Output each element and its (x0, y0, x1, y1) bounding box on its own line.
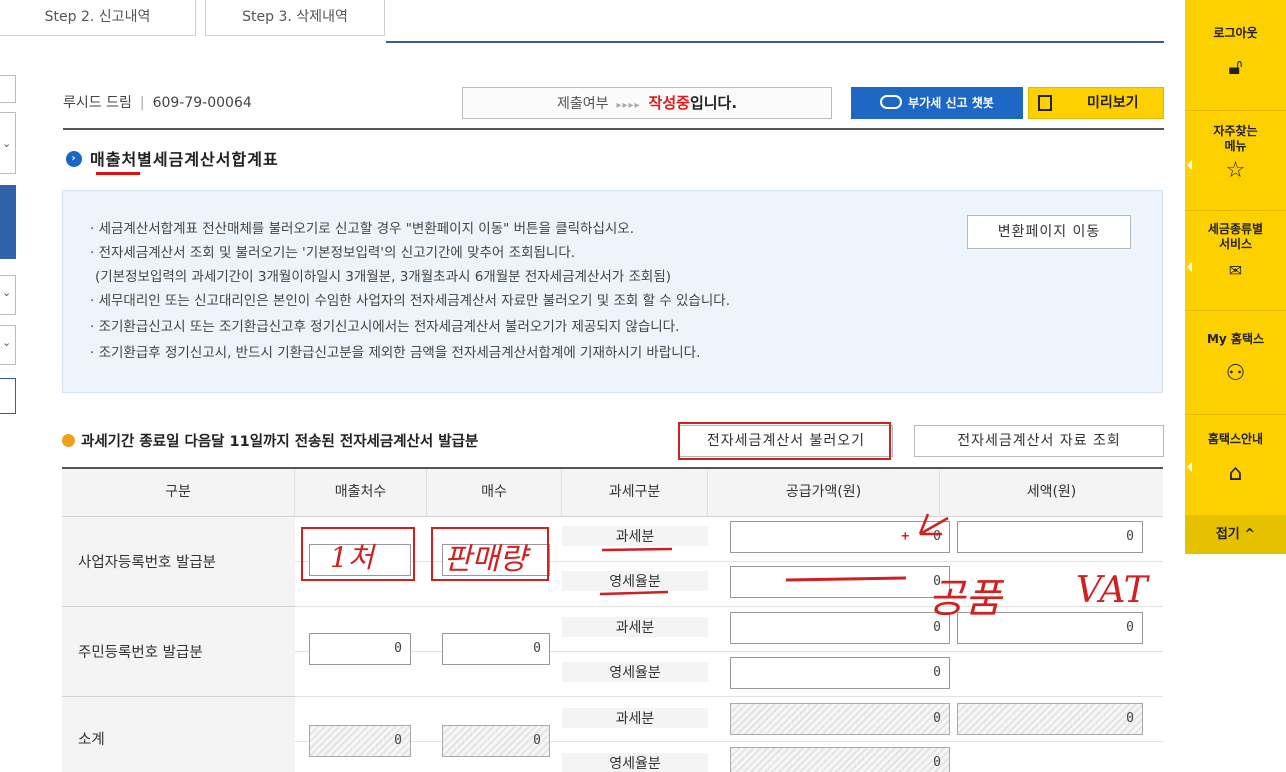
unlock-icon: 🔓︎ (1228, 55, 1243, 80)
chevron-down-icon: ⌄ (2, 336, 12, 349)
left-sidebar-input[interactable] (0, 378, 16, 414)
supply-amount-zero-input[interactable]: 0 (730, 657, 950, 689)
type-zero-rate-label: 영세율분 (562, 662, 708, 682)
submit-suffix: 입니다. (689, 94, 738, 112)
notice-line: · 전자세금계산서 조회 및 불러오기는 '기본정보입력'의 신고기간에 맞추어… (90, 245, 576, 261)
company-name: 루시드 드림 (63, 95, 132, 111)
submit-label: 제출여부 (556, 96, 609, 112)
subsection-title: 과세기간 종료일 다음달 11일까지 전송된 전자세금계산서 발급분 (62, 430, 478, 451)
row-divider (295, 652, 1163, 697)
sales-count-input[interactable] (309, 544, 411, 576)
divider (1185, 414, 1286, 415)
chevron-down-icon: ⌄ (2, 286, 12, 299)
home-icon: ⌂ (1228, 461, 1243, 486)
subsection-title-text: 과세기간 종료일 다음달 11일까지 전송된 전자세금계산서 발급분 (81, 434, 479, 450)
guide-label: 홈택스안내 (1207, 432, 1264, 446)
my-hometax-button[interactable]: My 홈택스 ⚇ (1185, 332, 1286, 387)
chatbot-button[interactable]: 부가세 신고 챗봇 (851, 87, 1023, 119)
underline-stroke (601, 547, 673, 552)
bullet-icon (62, 433, 75, 447)
left-sidebar-dropdown[interactable]: ⌄ (0, 275, 16, 315)
type-taxable-label: 과세분 (562, 708, 708, 728)
arrow-right-icon: › (66, 150, 82, 167)
notice-box: · 세금계산서합계표 전산매체를 불러오기로 신고할 경우 "변환페이지 이동"… (62, 190, 1163, 393)
submit-status: 작성중 (648, 94, 690, 112)
sales-count-total: 0 (309, 725, 411, 757)
mail-icon: ✉ (1228, 261, 1243, 280)
chevron-down-icon: ⌄ (2, 137, 12, 150)
caret-left-icon (1187, 160, 1192, 170)
section-title-text: 매출처별세금계산서합계표 (90, 150, 279, 169)
submit-status-box: 제출여부 ▸▸▸▸ 작성중입니다. (462, 87, 832, 119)
business-number: 609-79-00064 (152, 95, 252, 111)
sales-count-input[interactable]: 0 (309, 633, 411, 665)
header-divider (63, 128, 1164, 130)
row-label: 주민등록번호 발급분 (62, 607, 295, 697)
preview-label: 미리보기 (1087, 95, 1139, 111)
company-info: 루시드 드림 | 609-79-00064 (63, 95, 252, 111)
divider (1185, 310, 1286, 311)
notice-line: (기본정보입력의 과세기간이 3개월이하일시 3개월분, 3개월초과시 6개월분… (95, 269, 672, 285)
faq-label: 자주찾는 (1213, 124, 1258, 138)
load-e-invoice-button[interactable]: 전자세금계산서 불러오기 (679, 425, 893, 457)
sheet-count-input[interactable]: 0 (442, 633, 550, 665)
star-icon: ☆ (1225, 158, 1246, 183)
caret-left-icon (1187, 462, 1192, 472)
tax-service-label: 서비스 (1218, 237, 1253, 251)
my-hometax-label: My 홈택스 (1206, 332, 1265, 346)
tab-step2[interactable]: Step 2. 신고내역 (0, 0, 196, 36)
sheet-count-input[interactable] (442, 544, 550, 576)
faq-menu-button[interactable]: 자주찾는 메뉴 ☆ (1185, 124, 1286, 184)
sheet-count-total: 0 (442, 725, 550, 757)
row-label: 소계 (62, 697, 295, 772)
caret-left-icon (1187, 262, 1192, 272)
section-title: › 매출처별세금계산서합계표 (66, 146, 279, 170)
arrow-icon (918, 513, 949, 536)
column-header: 구분 (62, 469, 295, 517)
tab-underline (386, 41, 1164, 43)
notice-line: · 세무대리인 또는 신고대리인은 본인이 수임한 사업자의 전자세금계산서 자… (90, 293, 730, 309)
right-quick-menu: 로그아웃 🔓︎ 자주찾는 메뉴 ☆ 세금종류별 서비스 ✉ My 홈택스 ⚇ 홈… (1185, 0, 1286, 554)
tax-amount-total: 0 (957, 703, 1143, 735)
lookup-e-invoice-button[interactable]: 전자세금계산서 자료 조회 (914, 425, 1164, 457)
logout-label: 로그아웃 (1213, 26, 1258, 40)
dash-stroke (785, 576, 907, 582)
tax-service-label: 세금종류별 (1207, 222, 1264, 236)
left-sidebar-active-item[interactable] (0, 185, 16, 259)
document-icon (1038, 95, 1052, 111)
type-taxable-label: 과세분 (562, 617, 708, 637)
underline-stroke (599, 590, 669, 596)
type-zero-rate-label: 영세율분 (562, 753, 708, 772)
preview-button[interactable]: 미리보기 (1028, 87, 1164, 119)
user-icon: ⚇ (1225, 361, 1246, 386)
notice-line: · 조기환급후 정기신고시, 반드시 기환급신고분을 제외한 금액을 전자세금계… (90, 345, 701, 361)
fold-button[interactable]: 접기 ^ (1185, 515, 1286, 554)
faq-label: 메뉴 (1224, 139, 1247, 153)
handwritten-strokes (599, 513, 949, 596)
chatbot-label: 부가세 신고 챗봇 (908, 96, 994, 110)
column-header: 매수 (427, 469, 562, 517)
column-header: 매출처수 (295, 469, 427, 517)
left-sidebar-dropdown[interactable]: ⌄ (0, 112, 16, 174)
divider (1185, 210, 1286, 211)
supply-amount-zero-total: 0 (730, 747, 950, 772)
title-underline (96, 172, 140, 175)
page-root: { "tabs": { "step2": "Step 2. 신고내역", "st… (0, 0, 1286, 772)
chat-icon (880, 94, 903, 109)
notice-line: · 조기환급신고시 또는 조기환급신고후 정기신고시에서는 전자세금계산서 불러… (90, 319, 680, 335)
hometax-guide-button[interactable]: 홈택스안내 ⌂ (1185, 432, 1286, 487)
notice-line: · 세금계산서합계표 전산매체를 불러오기로 신고할 경우 "변환페이지 이동"… (90, 221, 635, 237)
convert-page-button[interactable]: 변환페이지 이동 (967, 215, 1131, 249)
tab-step3[interactable]: Step 3. 삭제내역 (205, 0, 385, 36)
tax-service-button[interactable]: 세금종류별 서비스 ✉ (1185, 222, 1286, 284)
divider (1185, 110, 1286, 111)
logout-button[interactable]: 로그아웃 🔓︎ (1185, 26, 1286, 81)
arrow-icon: ▸▸▸▸ (616, 100, 641, 111)
supply-amount-taxable-total: 0 (730, 703, 950, 735)
left-sidebar-dropdown[interactable]: ⌄ (0, 325, 16, 365)
row-label: 사업자등록번호 발급분 (62, 517, 295, 607)
left-sidebar-item[interactable] (0, 75, 16, 103)
